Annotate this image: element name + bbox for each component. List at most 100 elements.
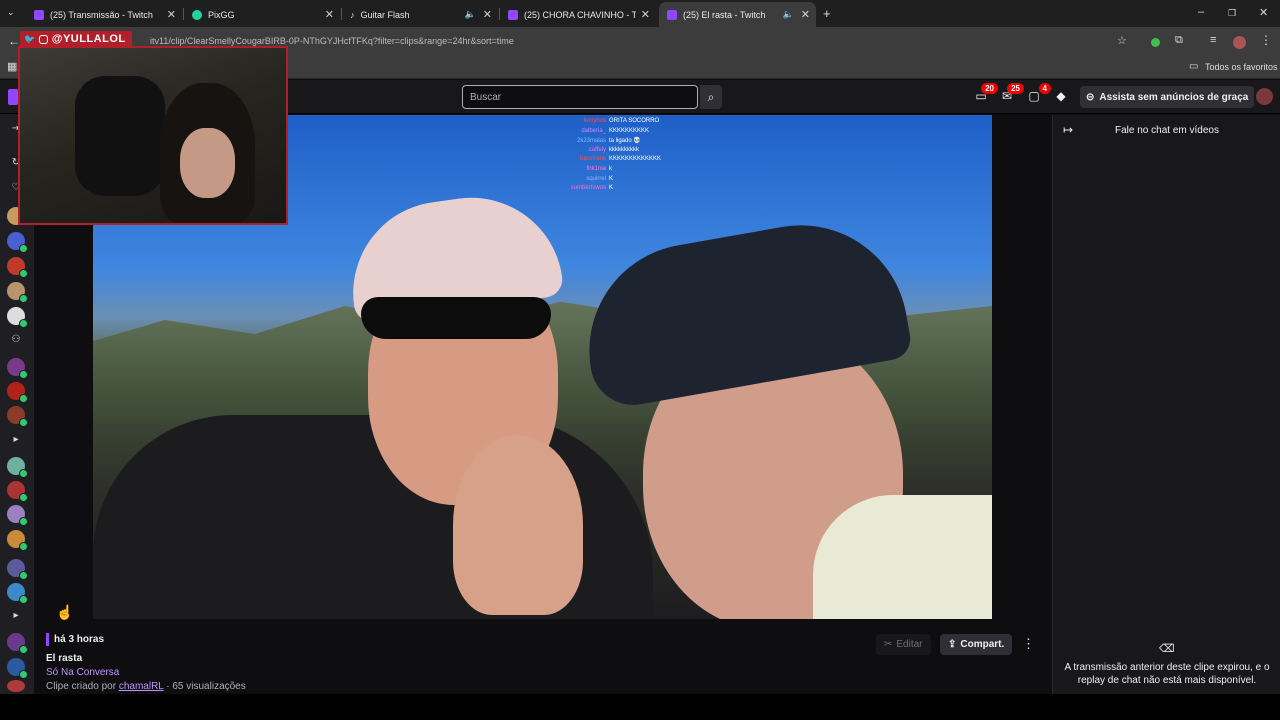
accent-bar bbox=[46, 633, 49, 646]
twitch-logo-icon[interactable] bbox=[8, 89, 18, 105]
minimize-icon[interactable]: – bbox=[1198, 6, 1204, 18]
channel-avatar[interactable] bbox=[7, 257, 28, 278]
video-chat-line: bassfrank KKKKKKKKKKKKK bbox=[558, 156, 778, 166]
video-camera-icon[interactable]: ▸ bbox=[7, 434, 25, 445]
video-chat-line: dalberia_ KKKKKKKKKK bbox=[558, 128, 778, 138]
close-icon[interactable]: ✕ bbox=[483, 8, 492, 21]
ad-free-icon: ⊝ bbox=[1086, 91, 1095, 103]
chat-title: Fale no chat em vídeos bbox=[1115, 125, 1219, 136]
tab-title: PixGG bbox=[208, 9, 235, 20]
channel-avatar[interactable] bbox=[7, 680, 25, 692]
whispers-icon[interactable]: ✉ 25 bbox=[999, 83, 1024, 105]
tab-el-rasta[interactable]: (25) El rasta - Twitch 🔈 ✕ bbox=[659, 2, 816, 27]
star-icon[interactable]: ☆ bbox=[1117, 34, 1127, 47]
folder-icon: ▭ bbox=[1189, 61, 1199, 72]
bottom-strip bbox=[0, 694, 1280, 720]
media-control-icon[interactable]: ≡ bbox=[1210, 34, 1216, 46]
speaker-icon[interactable]: 🔈 bbox=[465, 9, 476, 20]
bits-diamond-icon[interactable]: ◆ bbox=[1053, 89, 1069, 105]
new-tab-plus-icon[interactable]: + bbox=[823, 6, 831, 21]
notifications-badge: 4 bbox=[1038, 83, 1051, 94]
clip-creator-line: Clipe criado por chamalRL · 65 visualiza… bbox=[46, 681, 246, 692]
search-icon: ⌕ bbox=[707, 89, 715, 104]
tab-guitar-flash[interactable]: ♪ Guitar Flash 🔈 ✕ bbox=[342, 2, 498, 27]
streamer-webcam-overlay bbox=[18, 46, 288, 225]
creator-link[interactable]: chamalRL bbox=[119, 681, 164, 692]
close-icon[interactable]: ✕ bbox=[167, 8, 176, 21]
twitch-icon bbox=[667, 9, 677, 20]
tab-title: (25) CHORA CHAVINHO - Twitch bbox=[524, 9, 636, 20]
chat-unavailable-icon: ⌫ bbox=[1159, 643, 1175, 655]
channel-avatar[interactable] bbox=[7, 382, 28, 403]
extension-green-icon[interactable] bbox=[1151, 38, 1160, 47]
video-hand bbox=[453, 435, 583, 615]
video-chat-message: K bbox=[609, 175, 614, 182]
channel-avatar[interactable] bbox=[7, 583, 28, 604]
profile-avatar-icon[interactable] bbox=[1233, 36, 1246, 49]
channel-avatar[interactable] bbox=[7, 457, 28, 478]
speaker-icon[interactable]: 🔈 bbox=[783, 9, 794, 20]
chat-expired-message: A transmissão anterior deste clipe expir… bbox=[1064, 662, 1270, 686]
channel-avatar[interactable] bbox=[7, 658, 28, 679]
share-label: Compart. bbox=[960, 639, 1005, 650]
search-input[interactable]: Buscar bbox=[462, 85, 698, 109]
more-options-icon[interactable]: ⋮ bbox=[1022, 636, 1035, 652]
scissors-icon: ✂ bbox=[884, 639, 893, 650]
clip-time-ago: há 3 horas bbox=[54, 634, 105, 645]
channel-avatar[interactable] bbox=[7, 282, 28, 303]
tab-transmissao[interactable]: (25) Transmissão - Twitch ✕ bbox=[26, 2, 182, 27]
channel-avatar[interactable] bbox=[7, 633, 28, 654]
whispers-badge: 25 bbox=[1007, 83, 1024, 94]
share-button[interactable]: ⇪ Compart. bbox=[940, 634, 1013, 655]
channel-avatar[interactable] bbox=[7, 406, 28, 427]
channel-avatar[interactable] bbox=[7, 307, 28, 328]
restore-icon[interactable]: ❐ bbox=[1228, 8, 1236, 19]
guitar-icon: ♪ bbox=[350, 9, 355, 20]
close-icon[interactable]: ✕ bbox=[325, 8, 334, 21]
url-field[interactable]: itv11/clip/ClearSmellyCougarBIRB-0P-NThG… bbox=[150, 36, 514, 46]
video-chat-username: squirrel bbox=[586, 175, 606, 182]
edit-button[interactable]: ✂ Editar bbox=[876, 634, 931, 655]
tab-title: (25) Transmissão - Twitch bbox=[50, 9, 153, 20]
inbox-icon[interactable]: ▭ 20 bbox=[973, 83, 998, 105]
channel-avatar[interactable] bbox=[7, 481, 28, 502]
pixgg-icon bbox=[192, 9, 202, 20]
tab-title: Guitar Flash bbox=[360, 9, 410, 20]
view-count: · 65 visualizações bbox=[166, 681, 246, 692]
creator-prefix: Clipe criado por bbox=[46, 681, 117, 692]
video-chat-line: fnk1nia k bbox=[558, 166, 778, 176]
ad-free-label: Assista sem anúncios de graça bbox=[1099, 91, 1249, 103]
add-friend-icon[interactable]: ⚇ bbox=[7, 334, 25, 345]
tab-search-chevron-icon[interactable]: ⌄ bbox=[7, 7, 15, 18]
video-chat-overlay: lumynos GRITA SOCORRO dalberia_ KKKKKKKKKK 2… bbox=[558, 118, 778, 195]
tab-pixgg[interactable]: PixGG ✕ bbox=[184, 2, 340, 27]
apps-grid-icon[interactable]: ▦ bbox=[7, 60, 17, 73]
instagram-icon bbox=[38, 34, 48, 44]
ad-free-button[interactable]: ⊝ Assista sem anúncios de graça bbox=[1080, 86, 1255, 108]
browser-menu-icon[interactable]: ⋮ bbox=[1260, 33, 1272, 47]
channel-avatar[interactable] bbox=[7, 530, 28, 551]
close-window-icon[interactable]: ✕ bbox=[1259, 6, 1268, 19]
browser-tab-bar: ⌄ (25) Transmissão - Twitch ✕ PixGG ✕ ♪ … bbox=[0, 0, 1280, 27]
channel-avatar[interactable] bbox=[7, 358, 28, 379]
close-icon[interactable]: ✕ bbox=[801, 8, 810, 21]
video-chat-username: 2k23malas bbox=[576, 138, 606, 145]
close-icon[interactable]: ✕ bbox=[641, 8, 650, 21]
channel-avatar[interactable] bbox=[7, 505, 28, 526]
video-camera-icon[interactable]: ▸ bbox=[7, 610, 25, 621]
notifications-icon[interactable]: ▢ 4 bbox=[1026, 83, 1051, 105]
channel-avatar[interactable] bbox=[7, 559, 28, 580]
clip-category-link[interactable]: Só Na Conversa bbox=[46, 667, 119, 678]
channel-avatar[interactable] bbox=[7, 232, 28, 253]
video-chat-line: caffely kkkkkkkkkk bbox=[558, 147, 778, 157]
search-button[interactable]: ⌕ bbox=[700, 85, 722, 109]
video-chat-username: bassfrank bbox=[579, 156, 606, 163]
video-chat-message: kkkkkkkkkk bbox=[609, 146, 639, 153]
extensions-puzzle-icon[interactable]: ⧉ bbox=[1175, 34, 1183, 47]
inbox-badge: 20 bbox=[981, 83, 998, 94]
user-avatar[interactable] bbox=[1256, 88, 1273, 105]
all-bookmarks-link[interactable]: Todos os favoritos bbox=[1205, 62, 1278, 72]
tab-chora-chavinho[interactable]: (25) CHORA CHAVINHO - Twitch ✕ bbox=[500, 2, 656, 27]
twitch-icon bbox=[508, 9, 518, 20]
twitch-icon bbox=[34, 9, 44, 20]
